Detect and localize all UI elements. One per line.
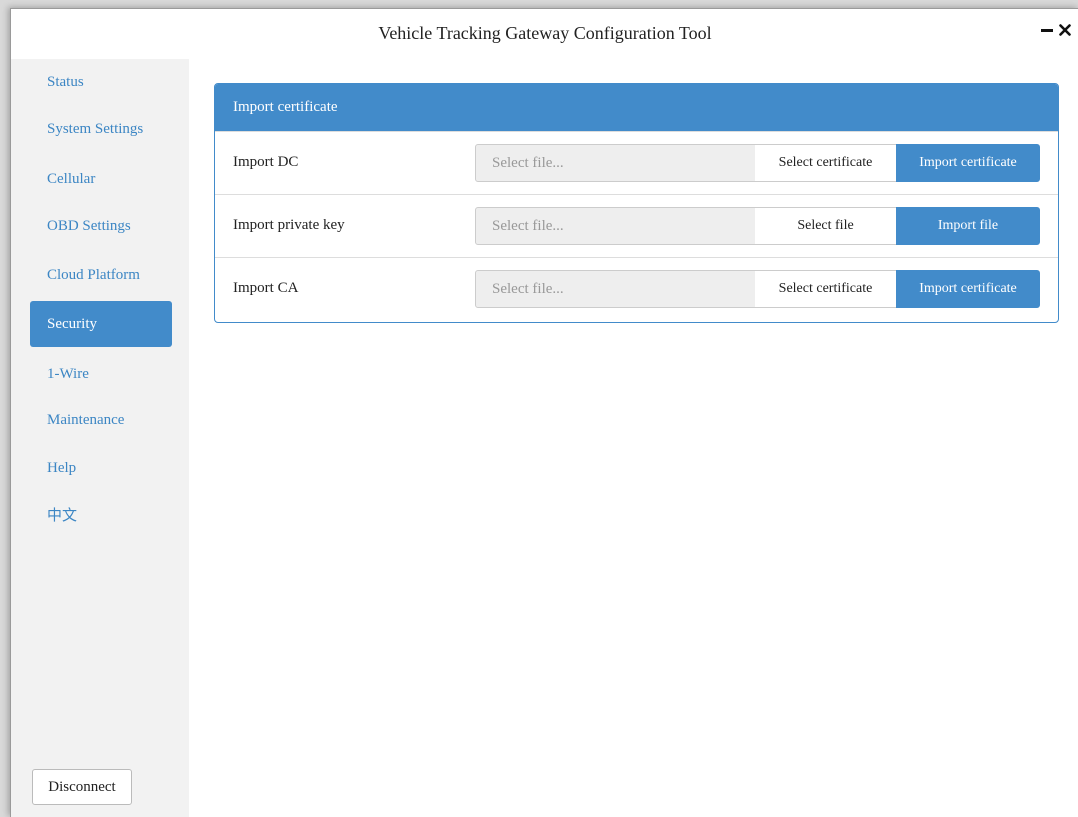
private-key-file-input[interactable]	[475, 207, 756, 245]
window-title: Vehicle Tracking Gateway Configuration T…	[378, 23, 712, 43]
import-dc-label: Import DC	[233, 154, 299, 170]
panel-heading: Import certificate	[215, 84, 1058, 131]
select-private-key-button[interactable]: Select file	[755, 207, 897, 245]
dc-file-input[interactable]	[475, 144, 756, 182]
sidebar-item-security[interactable]: Security	[30, 301, 172, 347]
import-certificate-panel: Import certificate Import DC Select cert…	[214, 83, 1059, 323]
import-ca-row: Import CA Select certificate Import cert…	[215, 257, 1058, 320]
app-window: Vehicle Tracking Gateway Configuration T…	[10, 8, 1078, 817]
import-dc-row: Import DC Select certificate Import cert…	[215, 131, 1058, 194]
window-controls	[1041, 23, 1071, 37]
import-private-key-row: Import private key Select file Import fi…	[215, 194, 1058, 257]
minimize-icon[interactable]	[1041, 23, 1053, 37]
import-private-key-button[interactable]: Import file	[896, 207, 1040, 245]
sidebar-item-obd-settings[interactable]: OBD Settings	[30, 203, 172, 249]
select-ca-button[interactable]: Select certificate	[755, 270, 897, 308]
import-private-key-label: Import private key	[233, 217, 345, 233]
import-ca-label: Import CA	[233, 280, 299, 296]
ca-file-input[interactable]	[475, 270, 756, 308]
sidebar: Status System Settings Cellular OBD Sett…	[11, 59, 189, 817]
select-dc-button[interactable]: Select certificate	[755, 144, 897, 182]
sidebar-item-status[interactable]: Status	[30, 59, 172, 105]
title-bar: Vehicle Tracking Gateway Configuration T…	[11, 9, 1078, 59]
sidebar-item-1-wire[interactable]: 1-Wire	[30, 351, 172, 397]
import-ca-button[interactable]: Import certificate	[896, 270, 1040, 308]
sidebar-item-cellular[interactable]: Cellular	[30, 156, 172, 202]
sidebar-item-cloud-platform[interactable]: Cloud Platform	[30, 252, 172, 298]
close-icon[interactable]	[1059, 23, 1071, 37]
sidebar-item-help[interactable]: Help	[30, 445, 172, 491]
sidebar-item-maintenance[interactable]: Maintenance	[30, 397, 172, 443]
main-content: Import certificate Import DC Select cert…	[189, 59, 1078, 817]
sidebar-item-system-settings[interactable]: System Settings	[30, 106, 172, 152]
import-dc-button[interactable]: Import certificate	[896, 144, 1040, 182]
sidebar-item-language[interactable]: 中文	[30, 493, 172, 539]
disconnect-button[interactable]: Disconnect	[32, 769, 132, 805]
